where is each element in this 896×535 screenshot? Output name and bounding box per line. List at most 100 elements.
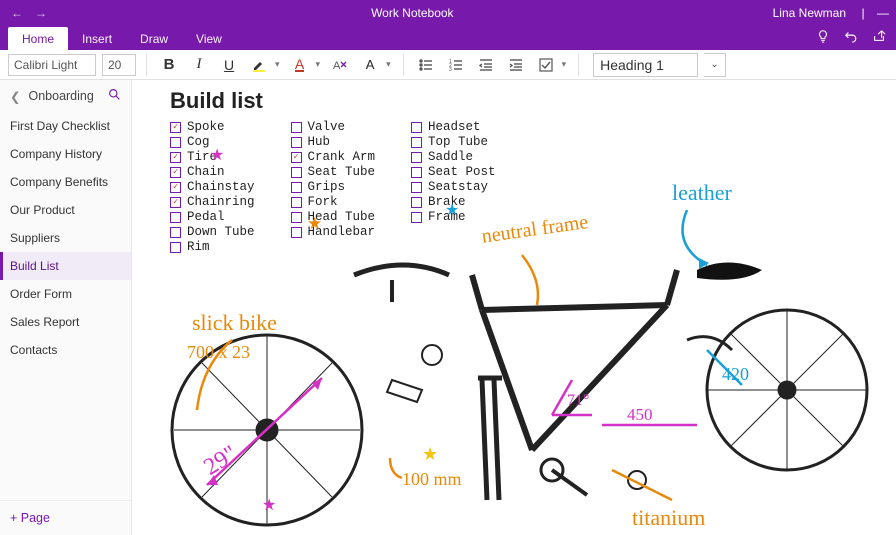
checklist-item[interactable]: Frame bbox=[411, 210, 496, 224]
more-formatting-button[interactable]: A bbox=[358, 53, 382, 77]
checklist-item[interactable]: Head Tube bbox=[291, 210, 376, 224]
checkbox-icon[interactable] bbox=[170, 212, 181, 223]
checkbox-icon[interactable] bbox=[411, 137, 422, 148]
checkbox-icon[interactable] bbox=[291, 227, 302, 238]
checklist-label: Fork bbox=[308, 195, 338, 209]
font-color-dropdown-icon[interactable]: ▾ bbox=[316, 59, 321, 70]
svg-text:leather: leather bbox=[672, 180, 733, 205]
checklist-item[interactable]: ✓Chainstay bbox=[170, 180, 255, 194]
checkbox-icon[interactable] bbox=[411, 167, 422, 178]
checklist-item[interactable]: Seat Post bbox=[411, 165, 496, 179]
share-icon[interactable] bbox=[872, 29, 886, 46]
sidebar-page[interactable]: Order Form bbox=[0, 280, 131, 308]
tab-insert[interactable]: Insert bbox=[68, 27, 126, 50]
tab-draw[interactable]: Draw bbox=[126, 27, 182, 50]
chevron-down-icon[interactable]: ▾ bbox=[562, 59, 567, 70]
checkbox-icon[interactable] bbox=[291, 197, 302, 208]
checkbox-icon[interactable] bbox=[411, 122, 422, 133]
underline-button[interactable]: U bbox=[217, 53, 241, 77]
sidebar-page[interactable]: Contacts bbox=[0, 336, 131, 364]
checklist-item[interactable]: Top Tube bbox=[411, 135, 496, 149]
checkbox-icon[interactable] bbox=[291, 137, 302, 148]
style-select[interactable]: Heading 1 bbox=[593, 53, 698, 77]
checkbox-icon[interactable]: ✓ bbox=[170, 197, 181, 208]
checkbox-icon[interactable] bbox=[291, 122, 302, 133]
minimize-icon[interactable]: — bbox=[876, 6, 890, 20]
checklist-item[interactable]: ✓Chainring bbox=[170, 195, 255, 209]
chevron-down-icon[interactable]: ▾ bbox=[386, 59, 391, 70]
checklist-item[interactable]: Handlebar bbox=[291, 225, 376, 239]
tab-view[interactable]: View bbox=[182, 27, 236, 50]
nav-forward-icon[interactable]: → bbox=[30, 6, 52, 20]
checklist-item[interactable]: Cog bbox=[170, 135, 255, 149]
checklist-label: Chain bbox=[187, 165, 225, 179]
sidebar-page[interactable]: Our Product bbox=[0, 196, 131, 224]
checkbox-icon[interactable] bbox=[291, 212, 302, 223]
note-canvas[interactable]: Build list ✓SpokeCog✓Tire✓Chain✓Chainsta… bbox=[132, 80, 896, 535]
todo-tag-button[interactable] bbox=[534, 53, 558, 77]
checklist-item[interactable]: ✓Spoke bbox=[170, 120, 255, 134]
checkbox-icon[interactable] bbox=[411, 182, 422, 193]
nav-back-icon[interactable]: ← bbox=[6, 6, 28, 20]
checklist-item[interactable]: Headset bbox=[411, 120, 496, 134]
checklist-item[interactable]: Seatstay bbox=[411, 180, 496, 194]
sidebar-page[interactable]: Build List bbox=[0, 252, 131, 280]
page-title[interactable]: Build list bbox=[170, 88, 263, 114]
search-icon[interactable] bbox=[108, 88, 121, 104]
checkbox-icon[interactable]: ✓ bbox=[170, 167, 181, 178]
checklist-item[interactable]: Fork bbox=[291, 195, 376, 209]
add-page-button[interactable]: + Page bbox=[0, 500, 131, 535]
checklist-item[interactable]: Brake bbox=[411, 195, 496, 209]
checkbox-icon[interactable] bbox=[170, 227, 181, 238]
clear-formatting-button[interactable]: A bbox=[328, 53, 352, 77]
undo-icon[interactable] bbox=[844, 29, 858, 46]
sidebar-page[interactable]: Suppliers bbox=[0, 224, 131, 252]
highlight-button[interactable] bbox=[247, 53, 271, 77]
checklist-item[interactable]: ✓Crank Arm bbox=[291, 150, 376, 164]
divider: | bbox=[856, 6, 870, 20]
checkbox-icon[interactable]: ✓ bbox=[291, 152, 302, 163]
sidebar-page[interactable]: Company History bbox=[0, 140, 131, 168]
font-name-input[interactable] bbox=[8, 54, 96, 76]
checklist-item[interactable]: Down Tube bbox=[170, 225, 255, 239]
style-dropdown-icon[interactable]: ⌄ bbox=[704, 53, 726, 77]
separator bbox=[146, 54, 147, 76]
bold-button[interactable]: B bbox=[157, 53, 181, 77]
checkbox-icon[interactable] bbox=[170, 242, 181, 253]
checkbox-icon[interactable] bbox=[411, 152, 422, 163]
tab-home[interactable]: Home bbox=[8, 27, 68, 50]
font-color-button[interactable]: A bbox=[288, 53, 312, 77]
checklist-item[interactable]: ✓ Chain bbox=[170, 165, 255, 179]
checklist-item[interactable]: ✓Tire bbox=[170, 150, 255, 164]
indent-increase-button[interactable] bbox=[504, 53, 528, 77]
checklist-item[interactable]: Valve bbox=[291, 120, 376, 134]
checklist-item[interactable]: Hub bbox=[291, 135, 376, 149]
checkbox-icon[interactable]: ✓ bbox=[170, 152, 181, 163]
italic-button[interactable]: I bbox=[187, 53, 211, 77]
checkbox-icon[interactable]: ✓ bbox=[170, 182, 181, 193]
checklist-item[interactable]: Rim bbox=[170, 240, 255, 254]
highlight-dropdown-icon[interactable]: ▾ bbox=[275, 59, 280, 70]
sidebar-page[interactable]: Sales Report bbox=[0, 308, 131, 336]
user-name[interactable]: Lina Newman bbox=[773, 6, 846, 20]
numbered-list-button[interactable]: 123 bbox=[444, 53, 468, 77]
checkbox-icon[interactable]: ✓ bbox=[170, 122, 181, 133]
indent-decrease-button[interactable] bbox=[474, 53, 498, 77]
section-title[interactable]: Onboarding bbox=[28, 89, 100, 103]
checklist-item[interactable]: Seat Tube bbox=[291, 165, 376, 179]
checkbox-icon[interactable] bbox=[170, 137, 181, 148]
bullet-list-button[interactable] bbox=[414, 53, 438, 77]
checkbox-icon[interactable] bbox=[411, 212, 422, 223]
sidebar-page[interactable]: First Day Checklist bbox=[0, 112, 131, 140]
checklist-item[interactable]: Pedal bbox=[170, 210, 255, 224]
svg-text:neutral frame: neutral frame bbox=[480, 211, 589, 248]
checkbox-icon[interactable] bbox=[291, 182, 302, 193]
checklist-item[interactable]: Grips bbox=[291, 180, 376, 194]
lightbulb-icon[interactable] bbox=[816, 29, 830, 46]
font-size-input[interactable] bbox=[102, 54, 136, 76]
checkbox-icon[interactable] bbox=[411, 197, 422, 208]
checklist-item[interactable]: Saddle bbox=[411, 150, 496, 164]
section-back-icon[interactable]: ❮ bbox=[10, 89, 20, 104]
checkbox-icon[interactable] bbox=[291, 167, 302, 178]
sidebar-page[interactable]: Company Benefits bbox=[0, 168, 131, 196]
